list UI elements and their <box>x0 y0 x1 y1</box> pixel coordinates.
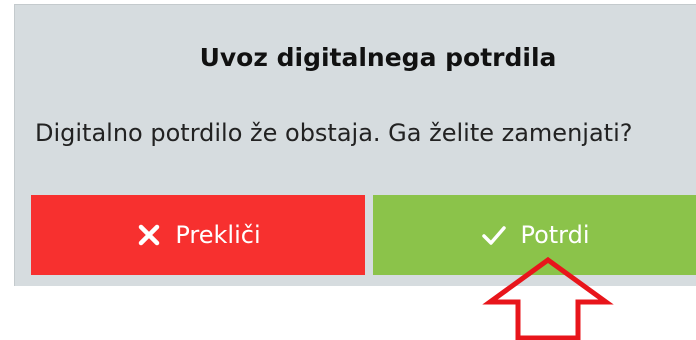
close-icon <box>135 221 163 249</box>
cancel-button-label: Prekliči <box>175 221 261 249</box>
annotation-arrow-icon <box>482 256 614 340</box>
check-icon <box>480 221 508 249</box>
cancel-button[interactable]: Prekliči <box>31 195 365 275</box>
confirm-dialog: Uvoz digitalnega potrdila Digitalno potr… <box>14 4 696 286</box>
dialog-title: Uvoz digitalnega potrdila <box>199 43 557 72</box>
confirm-button-label: Potrdi <box>520 221 590 249</box>
screenshot-stage: Uvoz digitalnega potrdila Digitalno potr… <box>0 0 696 340</box>
dialog-message: Digitalno potrdilo že obstaja. Ga želite… <box>35 119 633 147</box>
